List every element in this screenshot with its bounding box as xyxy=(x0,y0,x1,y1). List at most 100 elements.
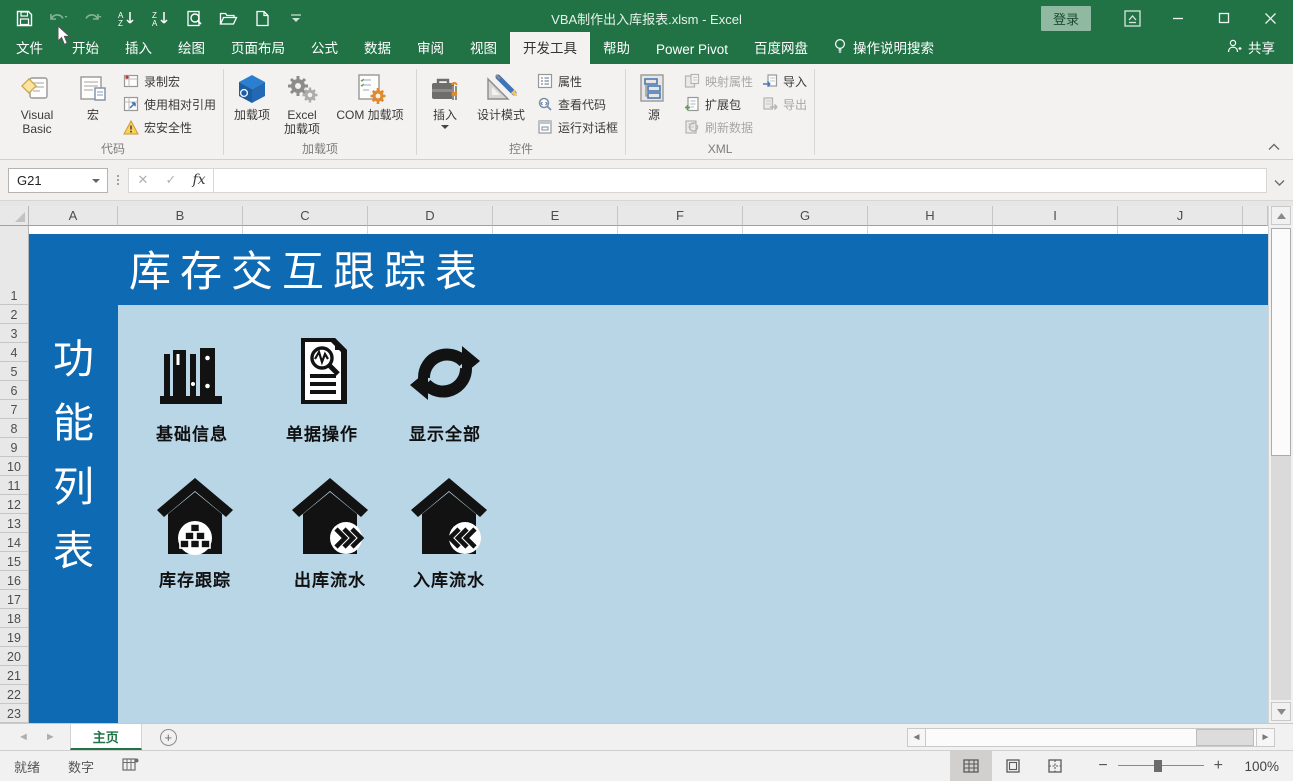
sort-descending-icon[interactable]: ZA xyxy=(150,8,170,28)
macro-security-button[interactable]: 宏安全性 xyxy=(122,117,216,137)
row-header-19[interactable]: 19 xyxy=(0,628,29,647)
tell-me-search[interactable]: 操作说明搜索 xyxy=(821,32,947,64)
visual-basic-button[interactable]: Visual Basic xyxy=(6,69,68,137)
normal-view-button[interactable] xyxy=(950,751,992,781)
properties-button[interactable]: 属性 xyxy=(536,71,618,91)
tab-formulas[interactable]: 公式 xyxy=(298,32,351,64)
row-header-17[interactable]: 17 xyxy=(0,590,29,609)
zoom-in-icon[interactable]: + xyxy=(1214,757,1223,775)
tab-view[interactable]: 视图 xyxy=(457,32,510,64)
new-sheet-icon[interactable]: + xyxy=(160,729,177,746)
cancel-icon[interactable]: ✕ xyxy=(129,169,157,192)
page-break-view-button[interactable] xyxy=(1034,751,1076,781)
column-header-A[interactable]: A xyxy=(29,206,118,226)
next-sheet-icon[interactable]: ► xyxy=(45,731,56,743)
design-mode-button[interactable]: 设计模式 xyxy=(470,69,532,123)
column-header-J[interactable]: J xyxy=(1118,206,1243,226)
xml-source-button[interactable]: 源 xyxy=(629,69,679,123)
zoom-out-icon[interactable]: − xyxy=(1098,757,1107,775)
row-header-18[interactable]: 18 xyxy=(0,609,29,628)
run-dialog-button[interactable]: 运行对话框 xyxy=(536,117,618,137)
save-icon[interactable] xyxy=(14,8,34,28)
row-header-8[interactable]: 8 xyxy=(0,419,29,438)
maximize-button[interactable] xyxy=(1201,0,1247,36)
inbound-flow-button[interactable]: 入库流水 xyxy=(389,488,509,591)
horizontal-scroll-track[interactable] xyxy=(926,728,1256,747)
row-header-20[interactable]: 20 xyxy=(0,647,29,666)
use-relative-references-button[interactable]: 使用相对引用 xyxy=(122,94,216,114)
excel-addins-button[interactable]: Excel 加载项 xyxy=(277,69,327,137)
row-header-7[interactable]: 7 xyxy=(0,400,29,419)
row-header-4[interactable]: 4 xyxy=(0,343,29,362)
row-header-22[interactable]: 22 xyxy=(0,685,29,704)
share-button[interactable]: 共享 xyxy=(1214,32,1293,64)
tab-home[interactable]: 开始 xyxy=(59,32,112,64)
com-addins-button[interactable]: COM 加载项 xyxy=(327,69,413,123)
scroll-up-icon[interactable] xyxy=(1271,206,1291,225)
enter-icon[interactable]: ✓ xyxy=(157,169,185,192)
row-header-2[interactable]: 2 xyxy=(0,305,29,324)
show-all-button[interactable]: 显示全部 xyxy=(385,334,505,445)
tab-baidu-netdisk[interactable]: 百度网盘 xyxy=(741,32,821,64)
scroll-down-icon[interactable] xyxy=(1271,702,1291,721)
page-layout-view-button[interactable] xyxy=(992,751,1034,781)
column-header-E[interactable]: E xyxy=(493,206,618,226)
collapse-ribbon-icon[interactable] xyxy=(1265,140,1283,154)
row-headers[interactable]: 1234567891011121314151617181920212223 xyxy=(0,226,29,723)
basic-info-button[interactable]: 基础信息 xyxy=(132,334,252,445)
column-header-B[interactable]: B xyxy=(118,206,243,226)
tab-data[interactable]: 数据 xyxy=(351,32,404,64)
scroll-right-icon[interactable]: ► xyxy=(1256,728,1275,747)
tab-help[interactable]: 帮助 xyxy=(590,32,643,64)
record-macro-button[interactable]: 录制宏 xyxy=(122,71,216,91)
outbound-flow-button[interactable]: 出库流水 xyxy=(270,488,390,591)
select-all-corner[interactable] xyxy=(0,206,29,226)
zoom-slider[interactable] xyxy=(1118,759,1204,773)
addins-button[interactable]: 加载项 xyxy=(227,69,277,123)
column-header-I[interactable]: I xyxy=(993,206,1118,226)
insert-function-icon[interactable]: fx xyxy=(185,169,213,192)
vertical-scrollbar[interactable] xyxy=(1268,206,1293,723)
inventory-tracking-button[interactable]: 库存跟踪 xyxy=(135,488,255,591)
prev-sheet-icon[interactable]: ◄ xyxy=(18,731,29,743)
row-header-23[interactable]: 23 xyxy=(0,704,29,723)
expand-formula-bar-icon[interactable] xyxy=(1274,174,1285,192)
column-header-H[interactable]: H xyxy=(868,206,993,226)
login-button[interactable]: 登录 xyxy=(1041,6,1091,31)
row-header-1[interactable]: 1 xyxy=(0,226,29,305)
vertical-scroll-thumb[interactable] xyxy=(1271,228,1291,456)
new-document-icon[interactable] xyxy=(252,8,272,28)
tab-draw[interactable]: 绘图 xyxy=(165,32,218,64)
document-ops-button[interactable]: 单据操作 xyxy=(262,334,382,445)
close-button[interactable] xyxy=(1247,0,1293,36)
column-header-D[interactable]: D xyxy=(368,206,493,226)
tab-developer[interactable]: 开发工具 xyxy=(510,32,590,64)
macros-button[interactable]: 宏 xyxy=(68,69,118,123)
column-header-clipped[interactable] xyxy=(1243,206,1268,226)
scroll-left-icon[interactable]: ◄ xyxy=(907,728,926,747)
formula-input[interactable] xyxy=(214,168,1267,193)
name-box[interactable]: G21 xyxy=(8,168,108,193)
tab-file[interactable]: 文件 xyxy=(0,32,59,64)
sort-ascending-icon[interactable]: AZ xyxy=(116,8,136,28)
open-folder-icon[interactable] xyxy=(218,8,238,28)
row-header-11[interactable]: 11 xyxy=(0,476,29,495)
name-box-dropdown-icon[interactable] xyxy=(92,179,100,183)
column-header-C[interactable]: C xyxy=(243,206,368,226)
row-header-16[interactable]: 16 xyxy=(0,571,29,590)
row-header-13[interactable]: 13 xyxy=(0,514,29,533)
row-header-3[interactable]: 3 xyxy=(0,324,29,343)
zoom-level[interactable]: 100% xyxy=(1233,759,1279,774)
expansion-packs-button[interactable]: 扩展包 xyxy=(683,94,753,114)
vertical-scroll-track[interactable] xyxy=(1271,456,1291,700)
print-preview-icon[interactable] xyxy=(184,8,204,28)
undo-icon[interactable] xyxy=(48,8,68,28)
row-header-10[interactable]: 10 xyxy=(0,457,29,476)
tab-review[interactable]: 审阅 xyxy=(404,32,457,64)
column-header-G[interactable]: G xyxy=(743,206,868,226)
column-header-F[interactable]: F xyxy=(618,206,743,226)
row-header-12[interactable]: 12 xyxy=(0,495,29,514)
column-headers[interactable]: ABCDEFGHIJ xyxy=(29,206,1268,226)
tab-insert[interactable]: 插入 xyxy=(112,32,165,64)
redo-icon[interactable] xyxy=(82,8,102,28)
